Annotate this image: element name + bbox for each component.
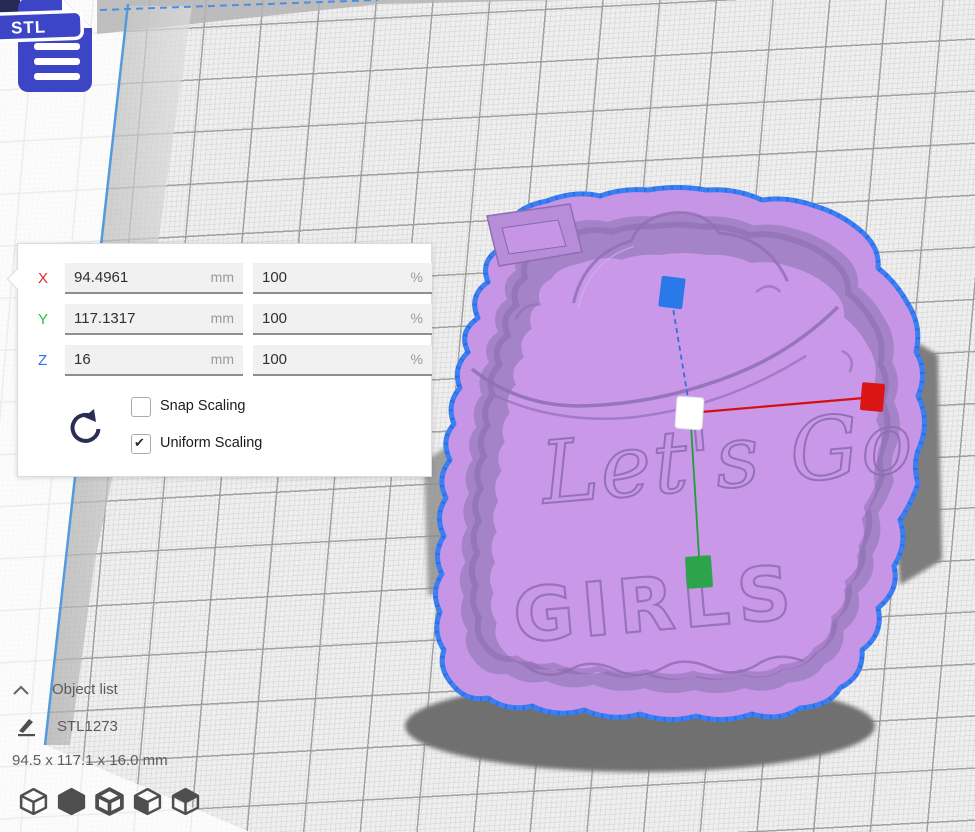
scale-handle-x[interactable] [860,382,885,412]
snap-scaling-label: Snap Scaling [160,398,245,414]
snap-scaling-checkbox[interactable] [131,397,151,417]
scale-z-percent-input[interactable]: 100 % [253,345,432,376]
scale-row-z: Z 16 mm 100 % [18,345,431,376]
scale-z-mm-input[interactable]: 16 mm [65,345,243,376]
object-list-item[interactable]: STL1273 [57,718,118,735]
edit-pencil-icon[interactable] [16,714,40,738]
axis-x-label: X [38,263,58,294]
unit-mm: mm [211,304,234,333]
scale-y-percent-input[interactable]: 100 % [253,304,432,335]
scale-handle-y[interactable] [685,555,713,589]
unit-mm: mm [211,345,234,374]
scale-x-mm-input[interactable]: 94.4961 mm [65,263,243,294]
cube-wireframe-icon[interactable] [18,786,49,817]
scale-tool-panel: X 94.4961 mm 100 % Y 117.1317 mm 100 % Z… [17,243,432,477]
unit-mm: mm [211,263,234,292]
stl-badge-label: STL [11,17,47,37]
cube-top-face-icon[interactable] [170,786,201,817]
reset-scale-button[interactable] [65,408,105,450]
uniform-scaling-label: Uniform Scaling [160,435,262,451]
unit-percent: % [411,304,423,333]
scale-handle-z[interactable] [658,276,686,310]
cube-solid-icon[interactable] [56,786,87,817]
unit-percent: % [411,263,423,292]
scale-x-percent-input[interactable]: 100 % [253,263,432,294]
cube-left-face-icon[interactable] [132,786,163,817]
axis-z-label: Z [38,345,58,376]
uniform-scaling-checkbox[interactable] [131,434,151,454]
axis-y-label: Y [38,304,58,335]
file-text-lines [34,43,80,80]
unit-percent: % [411,345,423,374]
scale-row-x: X 94.4961 mm 100 % [18,263,431,294]
stl-badge: STL [0,11,82,41]
stl-file-icon: STL [0,0,104,98]
cube-hollow-icon[interactable] [94,786,125,817]
scale-handle-center[interactable] [675,396,704,430]
model-freshie-mold[interactable]: Let's Go GIRLS [435,188,932,720]
chevron-up-icon[interactable] [12,684,30,696]
scale-row-y: Y 117.1317 mm 100 % [18,304,431,335]
object-list-title: Object list [52,681,118,698]
model-dimensions-readout: 94.5 x 117.1 x 16.0 mm [12,752,168,769]
scale-y-mm-input[interactable]: 117.1317 mm [65,304,243,335]
